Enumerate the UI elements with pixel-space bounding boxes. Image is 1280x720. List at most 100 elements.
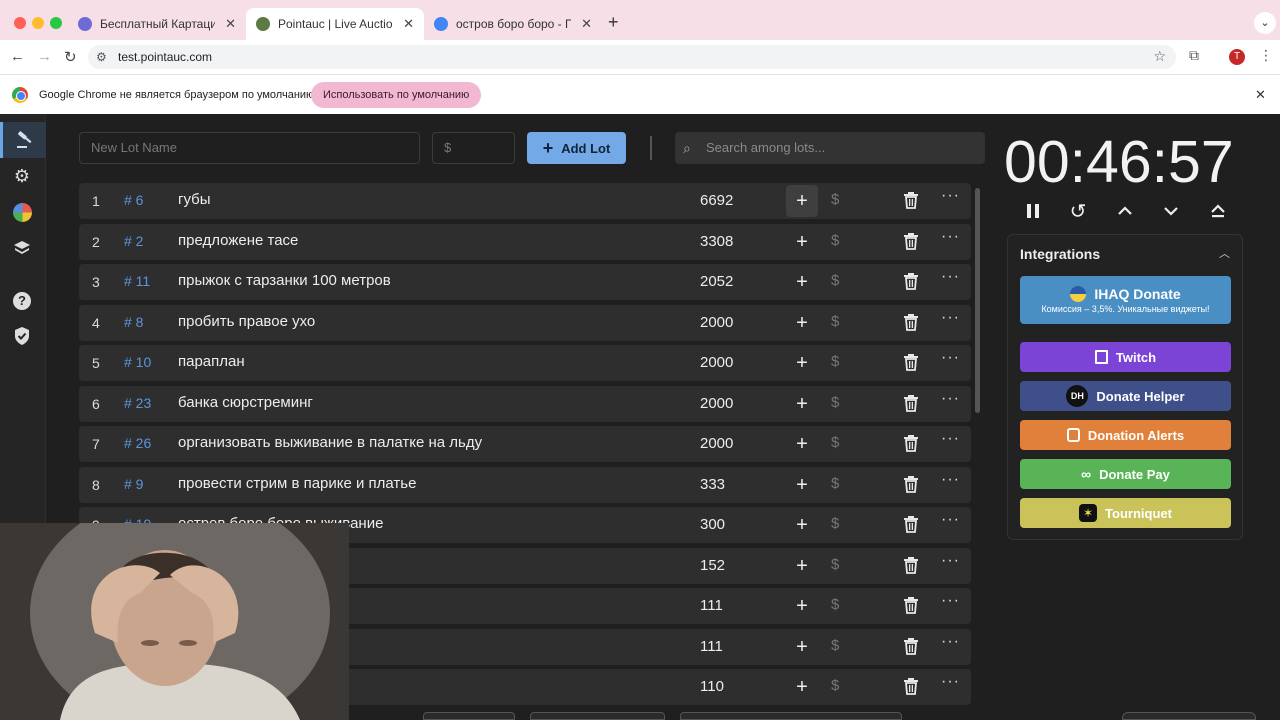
trash-icon[interactable] xyxy=(903,435,919,452)
dollar-icon[interactable]: $ xyxy=(831,313,839,330)
dollar-icon[interactable]: $ xyxy=(831,475,839,492)
more-options-icon[interactable]: ··· xyxy=(941,390,960,408)
bottom-control-group[interactable] xyxy=(680,712,902,720)
dollar-icon[interactable]: $ xyxy=(831,515,839,532)
lot-row[interactable]: 8 # 9 провести стрим в парике и платье 333 +… xyxy=(79,466,971,503)
browser-tab[interactable]: остров боро боро - Поиск в ✕ xyxy=(424,8,602,40)
lot-name[interactable]: губы xyxy=(178,191,211,208)
lot-id[interactable]: # 26 xyxy=(124,435,151,451)
forward-arrow-icon[interactable]: → xyxy=(37,48,52,65)
dollar-icon[interactable]: $ xyxy=(831,637,839,654)
lot-amount-input[interactable]: $ xyxy=(432,132,515,164)
shield-icon[interactable] xyxy=(11,325,33,347)
trash-icon[interactable] xyxy=(903,475,919,493)
tourniquet-button[interactable]: ✶ Tourniquet xyxy=(1020,498,1231,528)
bottom-control-group[interactable] xyxy=(423,712,515,720)
add-amount-button[interactable]: + xyxy=(786,428,818,460)
more-options-icon[interactable]: ··· xyxy=(941,633,960,651)
browser-tab[interactable]: Бесплатный Картацион: Рас ✕ xyxy=(68,8,246,40)
lot-id[interactable]: # 23 xyxy=(124,395,151,411)
settings-gear-icon[interactable]: ⚙ xyxy=(11,165,33,187)
lot-row[interactable]: 2 # 2 предложене тасе 3308 + $ ··· xyxy=(79,223,971,260)
donation-alerts-button[interactable]: Donation Alerts xyxy=(1020,420,1231,450)
lot-id[interactable]: # 10 xyxy=(124,354,151,370)
collapse-chevron-icon[interactable]: ︿ xyxy=(1219,245,1230,261)
more-options-icon[interactable]: ··· xyxy=(941,471,960,489)
more-options-icon[interactable]: ··· xyxy=(941,430,960,448)
browser-tab-active[interactable]: Pointauc | Live Auction for St ✕ xyxy=(246,8,424,40)
add-amount-button[interactable]: + xyxy=(786,509,818,541)
twitch-button[interactable]: Twitch xyxy=(1020,342,1231,372)
tab-search-chevron-icon[interactable]: ⌄ xyxy=(1254,12,1276,34)
ihaq-donate-button[interactable]: IHAQ Donate Комиссия – 3,5%. Уникальные … xyxy=(1020,276,1231,324)
trash-icon[interactable] xyxy=(903,232,919,250)
address-bar[interactable]: ⚙ test.pointauc.com ☆ xyxy=(88,45,1176,69)
lot-name[interactable]: параплан xyxy=(178,353,245,370)
auction-gavel-icon[interactable] xyxy=(0,122,46,158)
set-default-button[interactable]: Использовать по умолчанию xyxy=(311,82,482,108)
back-arrow-icon[interactable]: ← xyxy=(10,48,25,65)
trash-icon[interactable] xyxy=(903,597,919,614)
lot-row[interactable]: 4 # 8 пробить правое ухо 2000 + $ ··· xyxy=(79,304,971,341)
site-info-icon[interactable]: ⚙ xyxy=(96,50,107,64)
more-options-icon[interactable]: ··· xyxy=(941,552,960,570)
add-amount-button[interactable]: + xyxy=(786,671,818,703)
close-tab-icon[interactable]: ✕ xyxy=(581,16,592,32)
trash-icon[interactable] xyxy=(903,516,919,533)
dollar-icon[interactable]: $ xyxy=(831,353,839,370)
wheel-chart-icon[interactable] xyxy=(11,201,33,223)
trash-icon[interactable] xyxy=(903,678,919,695)
lot-name[interactable]: прыжок с тарзанки 100 метров xyxy=(178,272,391,289)
lot-row[interactable]: 6 # 23 банка сюрстреминг 2000 + $ ··· xyxy=(79,385,971,422)
bottom-control-group[interactable] xyxy=(530,712,665,720)
more-options-icon[interactable]: ··· xyxy=(941,309,960,327)
close-window-button[interactable] xyxy=(14,17,26,29)
lot-name[interactable]: пробить правое ухо xyxy=(178,313,315,330)
dollar-icon[interactable]: $ xyxy=(831,394,839,411)
help-icon[interactable]: ? xyxy=(11,290,33,312)
lot-name[interactable]: провести стрим в парике и платье xyxy=(178,475,416,492)
add-amount-button[interactable]: + xyxy=(786,388,818,420)
dollar-icon[interactable]: $ xyxy=(831,232,839,249)
bookmark-star-icon[interactable]: ☆ xyxy=(1153,48,1166,65)
add-amount-button[interactable]: + xyxy=(786,226,818,258)
bottom-control-group[interactable] xyxy=(1122,712,1256,720)
add-amount-button[interactable]: + xyxy=(786,266,818,298)
chevron-down-icon[interactable] xyxy=(1160,200,1182,222)
donate-helper-button[interactable]: DH Donate Helper xyxy=(1020,381,1231,411)
close-tab-icon[interactable]: ✕ xyxy=(403,16,414,32)
close-infobar-icon[interactable]: ✕ xyxy=(1255,87,1266,103)
add-amount-button[interactable]: + xyxy=(786,590,818,622)
dollar-icon[interactable]: $ xyxy=(831,677,839,694)
lot-row[interactable]: 1 # 6 губы 6692 + $ ··· xyxy=(79,183,971,219)
trash-icon[interactable] xyxy=(903,637,919,655)
trash-icon[interactable] xyxy=(903,192,919,209)
more-options-icon[interactable]: ··· xyxy=(941,228,960,246)
lot-name[interactable]: организовать выживание в палатке на льду xyxy=(178,434,482,451)
lot-name[interactable]: предложене тасе xyxy=(178,232,298,249)
chevron-up-icon[interactable] xyxy=(1114,200,1136,222)
lot-id[interactable]: # 2 xyxy=(124,233,143,249)
more-options-icon[interactable]: ··· xyxy=(941,349,960,367)
trash-icon[interactable] xyxy=(903,556,919,574)
add-amount-button[interactable]: + xyxy=(786,631,818,663)
trash-icon[interactable] xyxy=(903,354,919,371)
double-chevron-up-icon[interactable] xyxy=(1207,200,1229,222)
more-options-icon[interactable]: ··· xyxy=(941,673,960,691)
add-amount-button[interactable]: + xyxy=(786,185,818,217)
add-amount-button[interactable]: + xyxy=(786,307,818,339)
lot-id[interactable]: # 11 xyxy=(124,273,150,289)
new-tab-button[interactable]: + xyxy=(608,12,619,33)
lot-name[interactable]: банка сюрстреминг xyxy=(178,394,313,411)
lot-id[interactable]: # 6 xyxy=(124,192,143,208)
profile-avatar[interactable]: T xyxy=(1229,49,1245,65)
add-lot-button[interactable]: + Add Lot xyxy=(527,132,626,164)
minimize-window-button[interactable] xyxy=(32,17,44,29)
dollar-icon[interactable]: $ xyxy=(831,556,839,573)
layers-icon[interactable] xyxy=(11,237,33,259)
maximize-window-button[interactable] xyxy=(50,17,62,29)
lot-row[interactable]: 7 # 26 организовать выживание в палатке на… xyxy=(79,426,971,462)
browser-menu-icon[interactable]: ⋮ xyxy=(1259,47,1273,64)
more-options-icon[interactable]: ··· xyxy=(941,268,960,286)
add-amount-button[interactable]: + xyxy=(786,469,818,501)
